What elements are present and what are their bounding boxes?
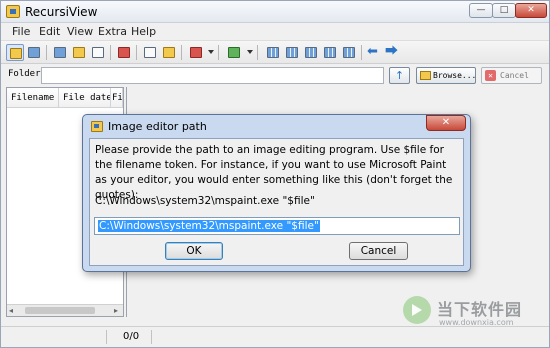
menu-edit[interactable]: Edit (39, 25, 60, 38)
folder-sync-button[interactable] (25, 44, 43, 61)
paste-button[interactable] (160, 44, 178, 61)
toolbar-separator (257, 45, 258, 60)
folder-tree-button[interactable] (6, 44, 24, 61)
menu-help[interactable]: Help (131, 25, 156, 38)
back-arrow-icon[interactable]: ⬅ (367, 45, 378, 59)
status-count: 0/0 (123, 331, 140, 342)
browse-button[interactable]: Browse... (416, 67, 476, 84)
image-editor-dialog: Image editor path ✕ Please provide the p… (82, 114, 471, 272)
folder-label: Folder (8, 69, 41, 79)
minimize-button[interactable]: — (469, 3, 493, 18)
watermark-url: www.downxia.com (439, 318, 514, 327)
window-title: RecursiView (25, 5, 98, 19)
image-list-icon (54, 47, 66, 58)
folder-icon (420, 71, 431, 80)
toolbar-separator (46, 45, 47, 60)
editor-path-input[interactable]: C:\Windows\system32\mspaint.exe "$file" (94, 217, 460, 235)
ok-button[interactable]: OK (165, 242, 223, 260)
burn-dropdown-icon[interactable] (208, 50, 214, 54)
burn-button[interactable] (187, 44, 205, 61)
menu-view[interactable]: View (67, 25, 93, 38)
gallery-button[interactable] (89, 44, 107, 61)
view-2-button[interactable] (283, 44, 301, 61)
menu-file[interactable]: File (12, 25, 30, 38)
grid-2-icon (286, 47, 298, 58)
toolbar-separator (218, 45, 219, 60)
copy-button[interactable] (141, 44, 159, 61)
scroll-thumb[interactable] (25, 307, 95, 314)
view-5-button[interactable] (340, 44, 358, 61)
scroll-right-icon[interactable]: ▸ (114, 306, 118, 315)
toolbar-separator (136, 45, 137, 60)
horizontal-scrollbar[interactable]: ◂ ▸ (7, 304, 123, 316)
image-list-button[interactable] (51, 44, 69, 61)
cancel-scan-label: Cancel (500, 71, 529, 80)
dialog-message: Please provide the path to an image edit… (95, 144, 453, 201)
filter-button[interactable] (225, 44, 243, 61)
folder-sync-icon (28, 47, 40, 58)
grid-3-icon (305, 47, 317, 58)
scroll-left-icon[interactable]: ◂ (9, 306, 13, 315)
monitor-button[interactable] (115, 44, 133, 61)
stack-button[interactable] (70, 44, 88, 61)
column-file-date[interactable]: File date (59, 88, 111, 108)
monitor-icon (118, 47, 130, 58)
folder-tree-icon (10, 48, 22, 59)
stack-icon (73, 47, 85, 58)
view-1-button[interactable] (264, 44, 282, 61)
grid-5-icon (343, 47, 355, 58)
menu-bar: File Edit View Extra Help (1, 23, 549, 40)
app-logo-icon (6, 5, 20, 18)
toolbar-separator (361, 45, 362, 60)
maximize-button[interactable]: □ (492, 3, 516, 18)
dialog-title: Image editor path (108, 120, 207, 133)
view-4-button[interactable] (321, 44, 339, 61)
dialog-app-icon (91, 121, 103, 132)
copy-icon (144, 47, 156, 58)
close-window-button[interactable]: ✕ (515, 3, 547, 18)
column-filename[interactable]: Filename (7, 88, 59, 108)
watermark-logo-icon (403, 296, 431, 324)
paste-icon (163, 47, 175, 58)
cancel-x-icon: ✕ (485, 70, 496, 81)
browse-label: Browse... (433, 71, 477, 80)
column-file-size[interactable]: Fi (111, 88, 123, 108)
filter-icon (228, 47, 240, 58)
menu-extra[interactable]: Extra (98, 25, 127, 38)
burn-icon (190, 47, 202, 58)
view-3-button[interactable] (302, 44, 320, 61)
dialog-example: C:\Windows\system32\mspaint.exe "$file" (95, 195, 315, 207)
toolbar-separator (181, 45, 182, 60)
gallery-icon (92, 47, 104, 58)
cancel-scan-button[interactable]: ✕ Cancel (481, 67, 542, 84)
filter-dropdown-icon[interactable] (247, 50, 253, 54)
status-divider (151, 330, 152, 344)
grid-1-icon (267, 47, 279, 58)
editor-path-selected-text: C:\Windows\system32\mspaint.exe "$file" (98, 220, 320, 232)
grid-4-icon (324, 47, 336, 58)
dialog-close-button[interactable]: ✕ (426, 115, 466, 131)
cancel-button[interactable]: Cancel (349, 242, 408, 260)
dialog-body: Please provide the path to an image edit… (89, 138, 464, 266)
watermark-text: 当下软件园 (437, 300, 523, 319)
folder-bar: Folder ↑ Browse... ✕ Cancel (1, 64, 549, 86)
toolbar-separator (110, 45, 111, 60)
toolbar: ⬅ ⮕ (1, 40, 549, 64)
title-bar[interactable]: RecursiView — □ ✕ (1, 1, 549, 23)
forward-arrow-icon[interactable]: ⮕ (385, 45, 398, 59)
folder-up-button[interactable]: ↑ (389, 67, 410, 84)
status-divider (106, 330, 107, 344)
folder-path-input[interactable] (41, 67, 384, 84)
watermark: 当下软件园 www.downxia.com (397, 294, 547, 334)
